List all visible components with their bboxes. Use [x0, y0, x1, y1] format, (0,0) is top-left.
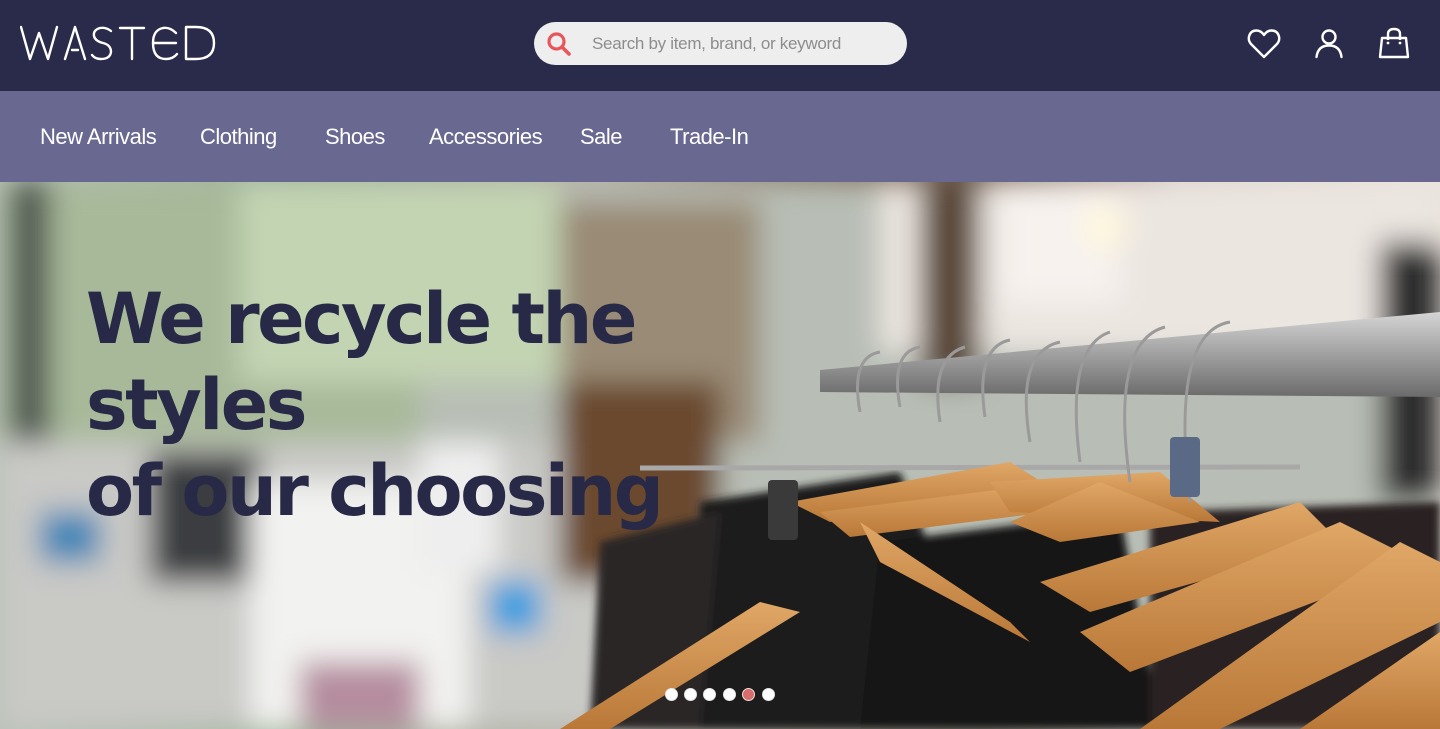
carousel-dot[interactable] [703, 688, 716, 701]
wishlist-button[interactable] [1246, 26, 1282, 62]
hero-banner[interactable]: We recycle the styles of our choosing [0, 182, 1440, 729]
carousel-dot-active[interactable] [742, 688, 755, 701]
account-button[interactable] [1311, 26, 1347, 62]
hero-headline: We recycle the styles of our choosing [86, 276, 786, 534]
search-icon[interactable] [546, 31, 572, 57]
hero-headline-line1: We recycle the styles [86, 278, 637, 446]
hero-headline-line2: of our choosing [86, 450, 664, 532]
nav-shoes[interactable]: Shoes [325, 91, 385, 182]
heart-icon [1246, 26, 1282, 62]
nav-accessories[interactable]: Accessories [429, 91, 543, 182]
top-header [0, 0, 1440, 91]
nav-clothing[interactable]: Clothing [200, 91, 277, 182]
brand-logo[interactable] [20, 25, 216, 61]
bag-icon [1376, 26, 1412, 62]
nav-sale[interactable]: Sale [580, 91, 623, 182]
carousel-dot[interactable] [723, 688, 736, 701]
nav-new-arrivals[interactable]: New Arrivals [40, 91, 157, 182]
bag-button[interactable] [1376, 26, 1412, 62]
user-icon [1311, 26, 1347, 62]
main-nav: New Arrivals Clothing Shoes Accessories … [0, 91, 1440, 182]
carousel-dot[interactable] [684, 688, 697, 701]
carousel-dot[interactable] [665, 688, 678, 701]
carousel-dot[interactable] [762, 688, 775, 701]
nav-trade-in[interactable]: Trade-In [670, 91, 749, 182]
search-bar[interactable] [534, 22, 907, 65]
search-input[interactable] [592, 22, 892, 65]
